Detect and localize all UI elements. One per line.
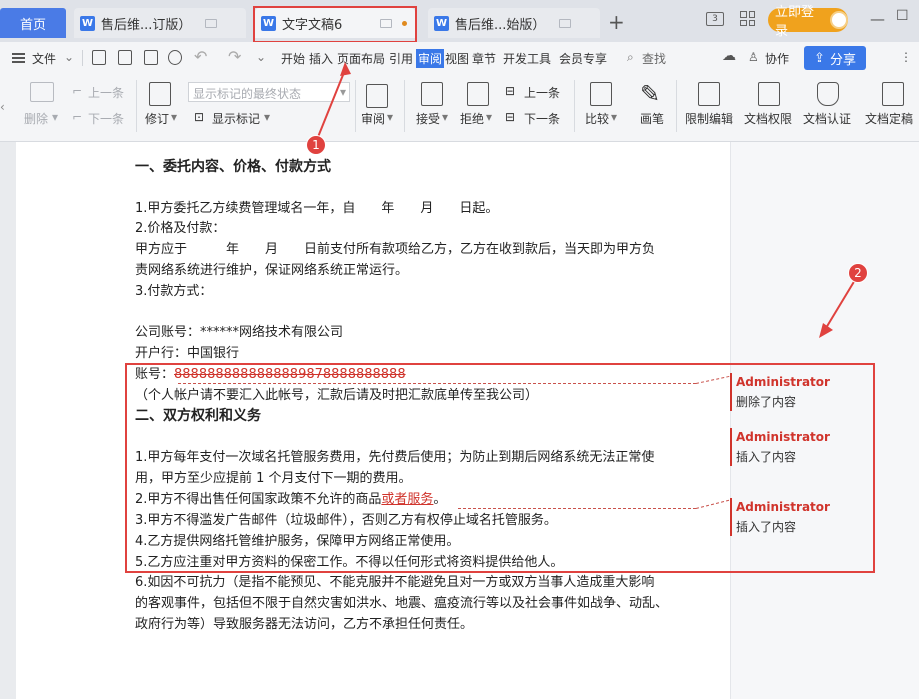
annotation-arrows [317,62,856,338]
annotation-arrow-2 [825,279,856,329]
arrowhead-icon [819,323,833,338]
annotation-badge: 1 [306,135,326,155]
annotation-arrow-1 [317,69,346,138]
arrowhead-icon [340,62,351,76]
annotation-badge: 2 [848,263,868,283]
